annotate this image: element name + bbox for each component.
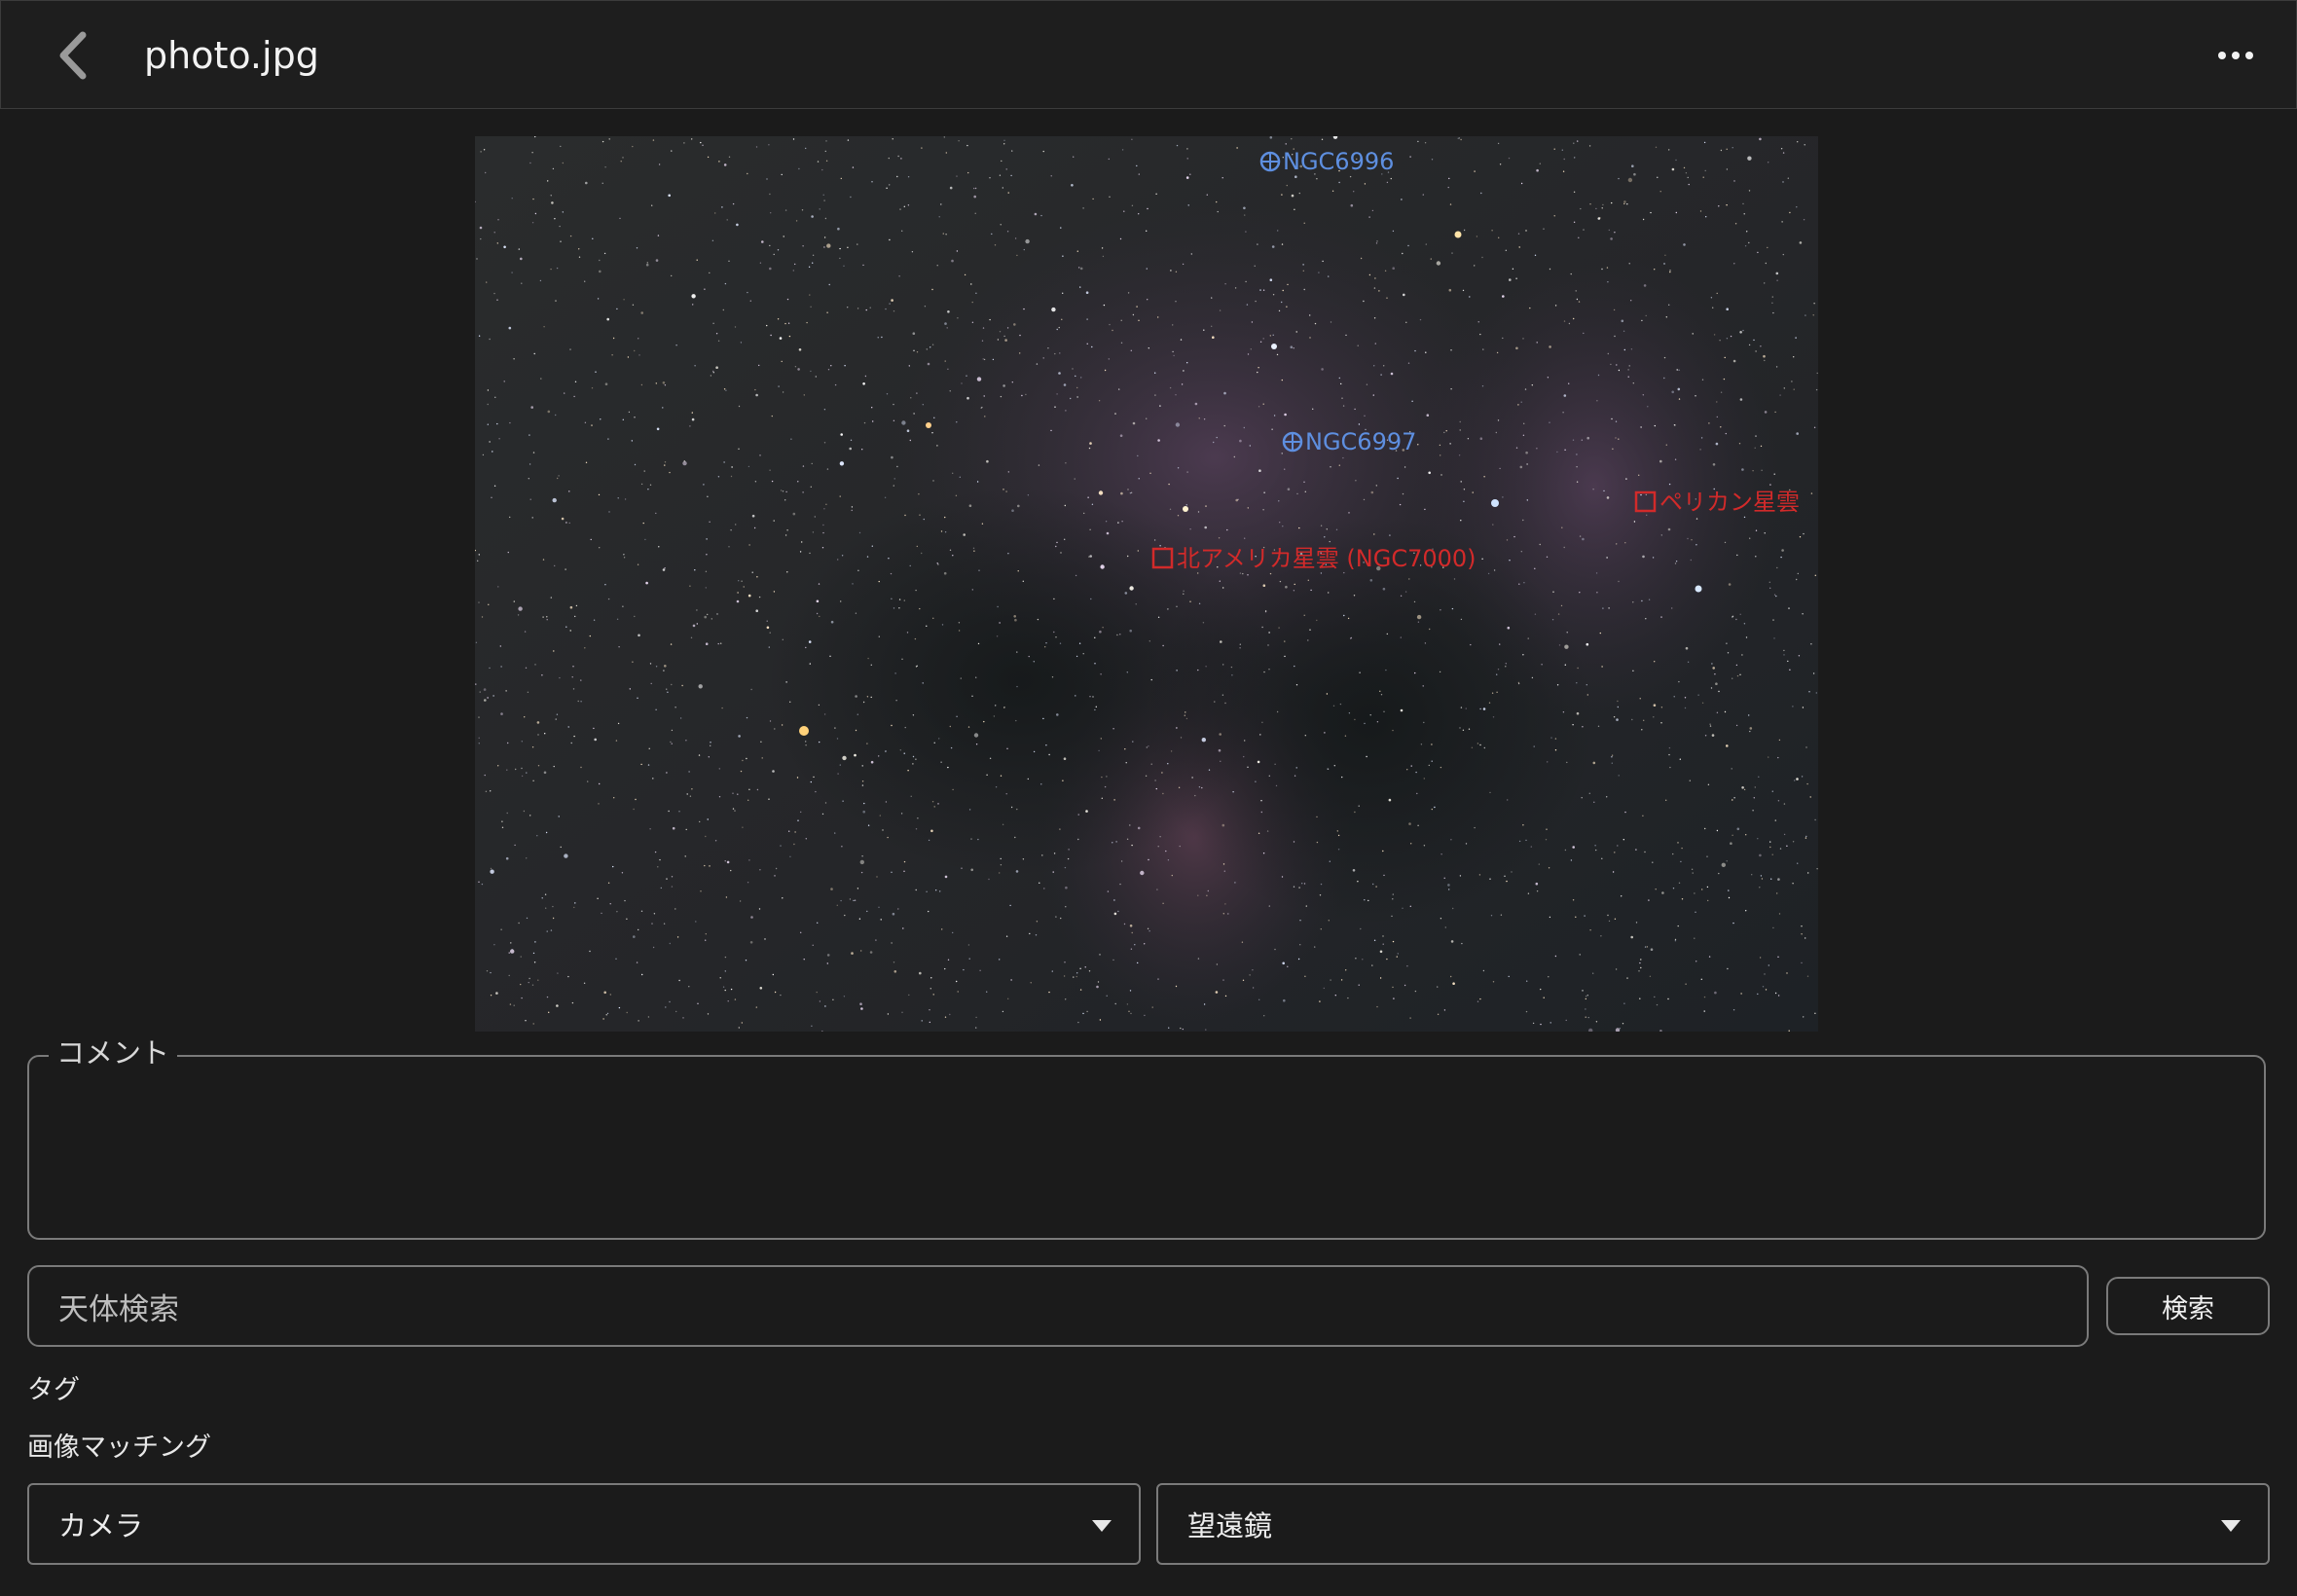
bright-star [1491, 499, 1499, 507]
back-button[interactable] [50, 28, 94, 83]
bright-star [1454, 231, 1462, 238]
annotation-label: NGC6996 [1283, 148, 1394, 175]
object-search-input[interactable]: 天体検索 [27, 1265, 2089, 1347]
comment-label: コメント [49, 1035, 178, 1070]
chevron-left-icon [59, 31, 87, 80]
app-header: photo.jpg [0, 0, 2297, 109]
image-matching-label: 画像マッチング [27, 1433, 211, 1463]
annotation-label: 北アメリカ星雲 (NGC7000) [1177, 545, 1477, 572]
dropdown-arrow-icon [2221, 1520, 2241, 1532]
photo-detail-page: photo.jpg NGC6996 NGC6997 ペリカン星雲 北アメリカ星雲… [0, 0, 2297, 1596]
astro-photo[interactable]: NGC6996 NGC6997 ペリカン星雲 北アメリカ星雲 (NGC7000) [475, 136, 1818, 1032]
bright-star [1271, 344, 1277, 349]
annotation-north-america-nebula[interactable]: 北アメリカ星雲 (NGC7000) [1151, 545, 1477, 572]
telescope-select[interactable]: 望遠鏡 [1156, 1483, 2270, 1565]
bright-star [926, 422, 931, 428]
page-title: photo.jpg [144, 34, 319, 77]
more-horizontal-icon [2218, 52, 2226, 59]
search-button[interactable]: 検索 [2106, 1277, 2270, 1335]
camera-select[interactable]: カメラ [27, 1483, 1141, 1565]
annotation-pelican-nebula[interactable]: ペリカン星雲 [1634, 489, 1800, 516]
telescope-select-value: 望遠鏡 [1187, 1509, 1273, 1542]
tags-label: タグ [27, 1375, 80, 1405]
bright-star [1183, 506, 1188, 512]
camera-select-value: カメラ [58, 1509, 144, 1542]
bright-star [799, 726, 809, 736]
more-options-button[interactable] [2208, 40, 2263, 71]
annotation-label: NGC6997 [1305, 428, 1416, 455]
bright-star [1695, 585, 1702, 593]
comment-field[interactable] [27, 1055, 2266, 1240]
dropdown-arrow-icon [1092, 1520, 1112, 1532]
annotation-label: ペリカン星雲 [1659, 489, 1800, 516]
